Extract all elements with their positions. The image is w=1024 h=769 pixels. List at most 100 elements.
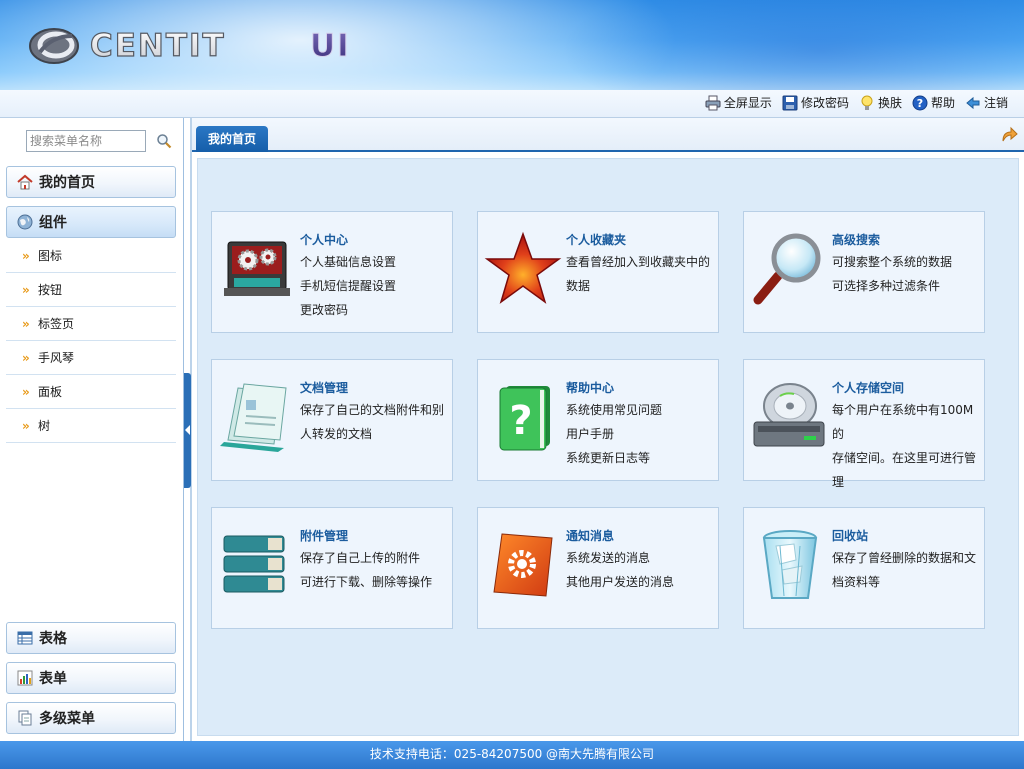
card-attachment-management[interactable]: 附件管理 保存了自己上传的附件 可进行下载、删除等操作 bbox=[211, 507, 453, 629]
card-line: 个人基础信息设置 bbox=[300, 255, 397, 269]
sidebar-item-form[interactable]: 表单 bbox=[6, 662, 176, 694]
card-line: 查看曾经加入到收藏夹中的 bbox=[566, 255, 711, 269]
card-text: 文档管理 保存了自己的文档附件和别 人转发的文档 bbox=[300, 378, 450, 446]
home-icon bbox=[17, 174, 33, 190]
help-label: 帮助 bbox=[930, 96, 955, 110]
change-skin-button[interactable]: 换肤 bbox=[859, 95, 902, 111]
card-line: 用户手册 bbox=[566, 427, 615, 441]
search-icon[interactable] bbox=[156, 133, 172, 149]
top-toolbar: 全屏显示 修改密码 换肤 ? 帮助 注销 bbox=[0, 90, 1024, 118]
footer-support-text: 技术支持电话：025-84207500 @南大先腾有限公司 bbox=[369, 747, 655, 761]
sidebar-home-label: 我的首页 bbox=[39, 175, 95, 191]
submenu-label: 图标 bbox=[38, 249, 63, 263]
menu-search-input[interactable] bbox=[26, 130, 146, 152]
double-chevron-icon: » bbox=[22, 384, 30, 399]
card-personal-center[interactable]: 个人中心 个人基础信息设置 手机短信提醒设置 更改密码 bbox=[211, 211, 453, 333]
sidebar-form-label: 表单 bbox=[39, 671, 67, 687]
recycle-bin-icon bbox=[762, 530, 818, 599]
sidebar-item-components[interactable]: 组件 bbox=[6, 206, 176, 238]
submenu-label: 面板 bbox=[38, 385, 63, 399]
table-icon bbox=[17, 631, 33, 645]
footer: 技术支持电话：025-84207500 @南大先腾有限公司 bbox=[0, 741, 1024, 769]
card-recycle-bin[interactable]: 回收站 保存了曾经删除的数据和文 档资料等 bbox=[743, 507, 985, 629]
card-line: 系统发送的消息 bbox=[566, 551, 651, 565]
double-chevron-icon: » bbox=[22, 418, 30, 433]
sidebar-collapse-handle[interactable] bbox=[184, 373, 191, 488]
card-line: 可进行下载、删除等操作 bbox=[300, 575, 433, 589]
logout-icon bbox=[966, 96, 980, 110]
submenu-label: 树 bbox=[38, 419, 51, 433]
star-icon bbox=[484, 231, 562, 304]
submenu-label: 手风琴 bbox=[38, 351, 75, 365]
card-title: 文档管理 bbox=[300, 381, 349, 395]
card-text: 通知消息 系统发送的消息 其他用户发送的消息 bbox=[566, 526, 716, 594]
card-line: 可搜索整个系统的数据 bbox=[832, 255, 953, 269]
submenu-item-icons[interactable]: » 图标 bbox=[6, 239, 176, 273]
change-skin-label: 换肤 bbox=[877, 96, 902, 110]
card-advanced-search[interactable]: 高级搜索 可搜索整个系统的数据 可选择多种过滤条件 bbox=[743, 211, 985, 333]
tab-home[interactable]: 我的首页 bbox=[196, 126, 269, 152]
svg-text:CENTIT: CENTIT bbox=[90, 28, 226, 64]
submenu-item-tabs[interactable]: » 标签页 bbox=[6, 307, 176, 341]
card-text: 个人收藏夹 查看曾经加入到收藏夹中的 数据 bbox=[566, 230, 716, 298]
card-text: 附件管理 保存了自己上传的附件 可进行下载、删除等操作 bbox=[300, 526, 450, 594]
centit-logo: CENTIT UI bbox=[29, 27, 351, 65]
magnifier-icon bbox=[753, 233, 821, 305]
fullscreen-label: 全屏显示 bbox=[723, 96, 772, 110]
svg-text:UI: UI bbox=[310, 28, 351, 64]
card-title: 帮助中心 bbox=[566, 381, 615, 395]
sidebar-item-table[interactable]: 表格 bbox=[6, 622, 176, 654]
copy-pages-icon bbox=[18, 710, 32, 726]
submenu-item-buttons[interactable]: » 按钮 bbox=[6, 273, 176, 307]
double-chevron-icon: » bbox=[22, 316, 30, 331]
collapse-arrow-icon bbox=[185, 425, 190, 435]
logout-button[interactable]: 注销 bbox=[965, 95, 1008, 111]
sidebar-item-home[interactable]: 我的首页 bbox=[6, 166, 176, 198]
dashboard-content: 个人中心 个人基础信息设置 手机短信提醒设置 更改密码 个人收藏夹 查看曾经加入… bbox=[197, 158, 1019, 736]
submenu-item-panel[interactable]: » 面板 bbox=[6, 375, 176, 409]
card-line: 系统使用常见问题 bbox=[566, 403, 663, 417]
bar-chart-icon bbox=[17, 670, 33, 686]
card-personal-storage[interactable]: 个人存储空间 每个用户在系统中有100M的 存储空间。在这里可进行管 理 bbox=[743, 359, 985, 489]
card-favorites[interactable]: 个人收藏夹 查看曾经加入到收藏夹中的 数据 bbox=[477, 211, 719, 333]
card-notifications[interactable]: 通知消息 系统发送的消息 其他用户发送的消息 bbox=[477, 507, 719, 629]
documents-icon bbox=[220, 383, 287, 452]
card-line: 可选择多种过滤条件 bbox=[832, 279, 941, 293]
change-password-button[interactable]: 修改密码 bbox=[782, 95, 849, 111]
notice-gear-icon bbox=[493, 533, 553, 597]
card-document-management[interactable]: 文档管理 保存了自己的文档附件和别 人转发的文档 bbox=[211, 359, 453, 481]
card-text: 个人存储空间 每个用户在系统中有100M的 存储空间。在这里可进行管 理 bbox=[832, 378, 982, 494]
redo-arrow-icon[interactable] bbox=[1000, 126, 1018, 144]
submenu-item-accordion[interactable]: » 手风琴 bbox=[6, 341, 176, 375]
help-button[interactable]: ? 帮助 bbox=[912, 95, 955, 111]
card-line: 保存了自己的文档附件和别 bbox=[300, 403, 445, 417]
save-icon bbox=[782, 95, 798, 111]
globe-icon bbox=[17, 214, 33, 230]
lightbulb-icon bbox=[861, 95, 873, 110]
binders-icon bbox=[223, 535, 285, 593]
banner-shade bbox=[560, 0, 1024, 90]
double-chevron-icon: » bbox=[22, 248, 30, 263]
components-submenu: » 图标 » 按钮 » 标签页 » 手风琴 » 面板 » 树 bbox=[6, 239, 176, 443]
sidebar-item-multilevel-menu[interactable]: 多级菜单 bbox=[6, 702, 176, 734]
sidebar-components-label: 组件 bbox=[39, 215, 67, 231]
card-text: 回收站 保存了曾经删除的数据和文 档资料等 bbox=[832, 526, 982, 594]
sidebar-multilevel-label: 多级菜单 bbox=[39, 711, 95, 727]
card-line: 手机短信提醒设置 bbox=[300, 279, 397, 293]
fullscreen-button[interactable]: 全屏显示 bbox=[705, 95, 772, 111]
card-line: 保存了曾经删除的数据和文 bbox=[832, 551, 977, 565]
card-help-center[interactable]: ? 帮助中心 系统使用常见问题 用户手册 系统更新日志等 bbox=[477, 359, 719, 481]
submenu-item-tree[interactable]: » 树 bbox=[6, 409, 176, 443]
card-line: 档资料等 bbox=[832, 575, 881, 589]
card-line: 理 bbox=[832, 475, 845, 489]
card-line: 保存了自己上传的附件 bbox=[300, 551, 421, 565]
main-panel: 我的首页 个人中心 个人基础信息设置 手机短信提醒设置 更改密码 个人收藏夹 查… bbox=[192, 118, 1024, 741]
header-banner: CENTIT UI bbox=[0, 0, 1024, 90]
submenu-label: 标签页 bbox=[38, 317, 75, 331]
sidebar: 我的首页 组件 » 图标 » 按钮 » 标签页 » 手风琴 » 面板 bbox=[0, 118, 184, 741]
card-title: 通知消息 bbox=[566, 529, 615, 543]
card-text: 高级搜索 可搜索整个系统的数据 可选择多种过滤条件 bbox=[832, 230, 982, 298]
change-password-label: 修改密码 bbox=[800, 96, 849, 110]
card-line: 系统更新日志等 bbox=[566, 451, 651, 465]
card-line: 每个用户在系统中有100M的 bbox=[832, 403, 974, 441]
